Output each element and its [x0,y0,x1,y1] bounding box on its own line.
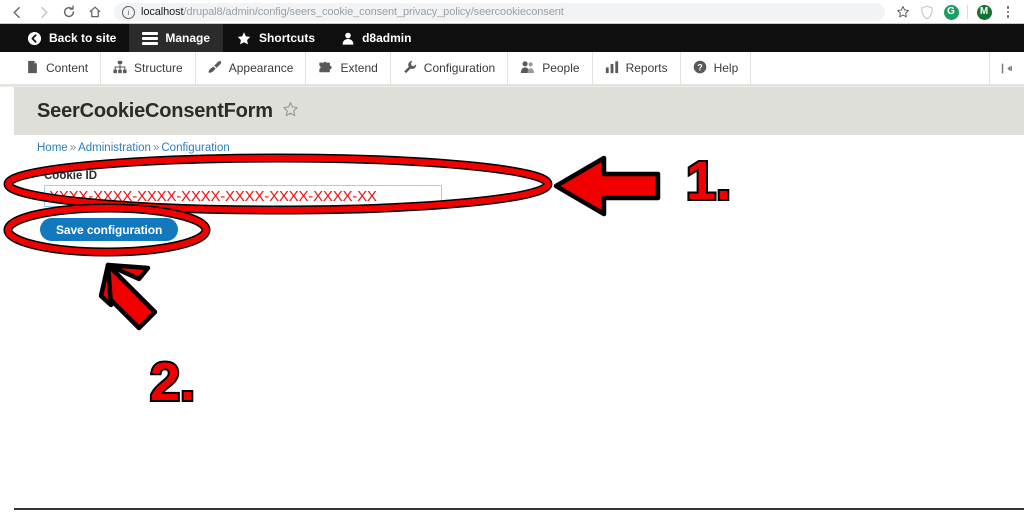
wrench-icon [403,60,417,77]
menu-item-label: Configuration [423,61,496,75]
menu-item-reports[interactable]: Reports [593,52,681,84]
menu-item-label: Extend [340,61,378,75]
paintbrush-icon [208,60,222,77]
reload-icon[interactable] [56,1,82,23]
question-circle-icon: ? [693,60,707,77]
menu-item-label: Help [713,61,739,75]
menu-item-configuration[interactable]: Configuration [391,52,509,84]
menu-spacer [751,52,990,84]
menu-item-label: Content [46,61,89,75]
browser-nav-buttons [0,1,108,23]
page-title: SeerCookieConsentForm [37,99,273,122]
browser-toolbar: i localhost/drupal8/admin/config/seers_c… [0,0,1024,24]
menu-item-label: Appearance [228,61,294,75]
svg-text:?: ? [697,62,702,72]
footer-divider [14,508,1024,510]
menu-item-structure[interactable]: Structure [101,52,196,84]
menu-item-extend[interactable]: Extend [306,52,391,84]
toolbar-item-label: Manage [165,31,211,45]
menu-item-label: Structure [134,61,183,75]
kebab-menu-icon[interactable] [996,1,1020,23]
menu-gutter [0,52,14,84]
svg-text:1.: 1. [686,151,731,211]
bar-chart-icon [605,60,619,77]
toolbar-item-label: d8admin [362,31,412,45]
info-circle-icon[interactable]: i [122,5,135,19]
svg-text:2.: 2. [150,352,195,412]
breadcrumb-separator: » [69,142,77,154]
menu-item-label: People [542,61,580,75]
address-bar[interactable]: i localhost/drupal8/admin/config/seers_c… [114,3,885,21]
puzzle-piece-icon [318,60,333,77]
menu-item-label: Reports [625,61,668,75]
star-icon [236,31,252,46]
cookie-id-label: Cookie ID [44,170,98,182]
toolbar-item-label: Back to site [49,31,117,45]
step-2-arrow [98,262,158,331]
home-icon[interactable] [82,1,108,23]
collapse-toolbar-icon[interactable] [990,52,1024,84]
menu-item-people[interactable]: People [508,52,593,84]
document-icon [26,60,39,77]
step-2-label: 2. [148,350,197,414]
toolbar-item-manage[interactable]: Manage [129,24,224,52]
shield-icon[interactable] [915,1,939,23]
url-host: localhost [141,6,184,18]
back-arrow-icon[interactable] [4,1,30,23]
extension-badge-label: G [943,4,959,20]
back-circle-icon [27,31,42,46]
menu-item-content[interactable]: Content [14,52,102,84]
breadcrumb-item-administration[interactable]: Administration [78,142,151,154]
cookie-id-input[interactable] [44,185,442,207]
toolbar-gutter [0,24,14,52]
toolbar-divider [967,5,968,19]
save-configuration-button[interactable]: Save configuration [40,218,179,241]
breadcrumb: Home» Administration» Configuration [37,142,230,154]
breadcrumb-separator: » [152,142,160,154]
avatar-initial: M [976,4,992,20]
toolbar-item-shortcuts[interactable]: Shortcuts [223,24,328,52]
star-outline-icon[interactable] [891,1,915,23]
breadcrumb-item-home[interactable]: Home [37,142,68,154]
menu-item-appearance[interactable]: Appearance [196,52,307,84]
user-icon [341,31,355,46]
forward-arrow-icon[interactable] [30,1,56,23]
step-1-arrow [553,155,661,217]
extension-badge-icon[interactable]: G [939,1,963,23]
menu-item-help[interactable]: ? Help [681,52,752,84]
url-text: localhost/drupal8/admin/config/seers_coo… [141,6,564,18]
url-path: /drupal8/admin/config/seers_cookie_conse… [183,6,564,18]
toolbar-item-label: Shortcuts [259,31,316,45]
breadcrumb-item-configuration[interactable]: Configuration [161,142,229,154]
toolbar-item-d8admin[interactable]: d8admin [328,24,424,52]
browser-actions: G M [891,1,1024,23]
toolbar-item-back-to-site[interactable]: Back to site [14,24,129,52]
avatar[interactable]: M [972,1,996,23]
step-1-label: 1. [684,149,733,213]
hamburger-icon [142,31,159,45]
drupal-admin-toolbar: Back to site Manage Shortcuts d8admin [0,24,1024,52]
sitemap-icon [113,60,127,77]
star-outline-icon[interactable] [282,101,299,122]
page-title-band: SeerCookieConsentForm [14,87,1024,135]
drupal-admin-menu: Content Structure Appearance Extend Conf… [0,52,1024,85]
people-icon [520,60,535,77]
